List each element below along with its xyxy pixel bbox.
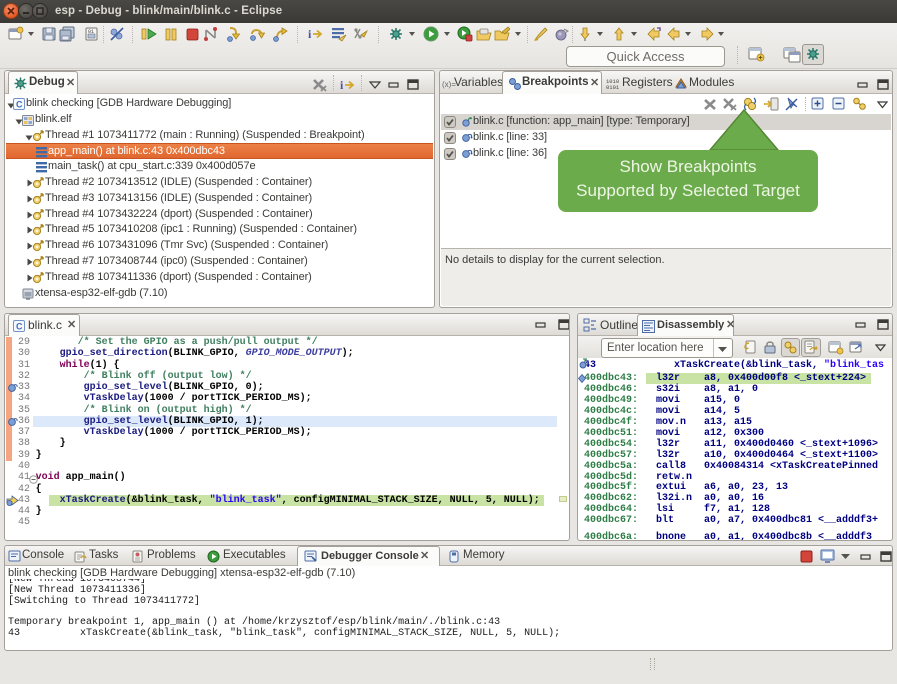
svg-text:0101: 0101: [606, 84, 620, 89]
svg-text:i: i: [340, 78, 344, 92]
svg-text:01: 01: [88, 29, 94, 35]
svg-text:i: i: [308, 27, 312, 41]
